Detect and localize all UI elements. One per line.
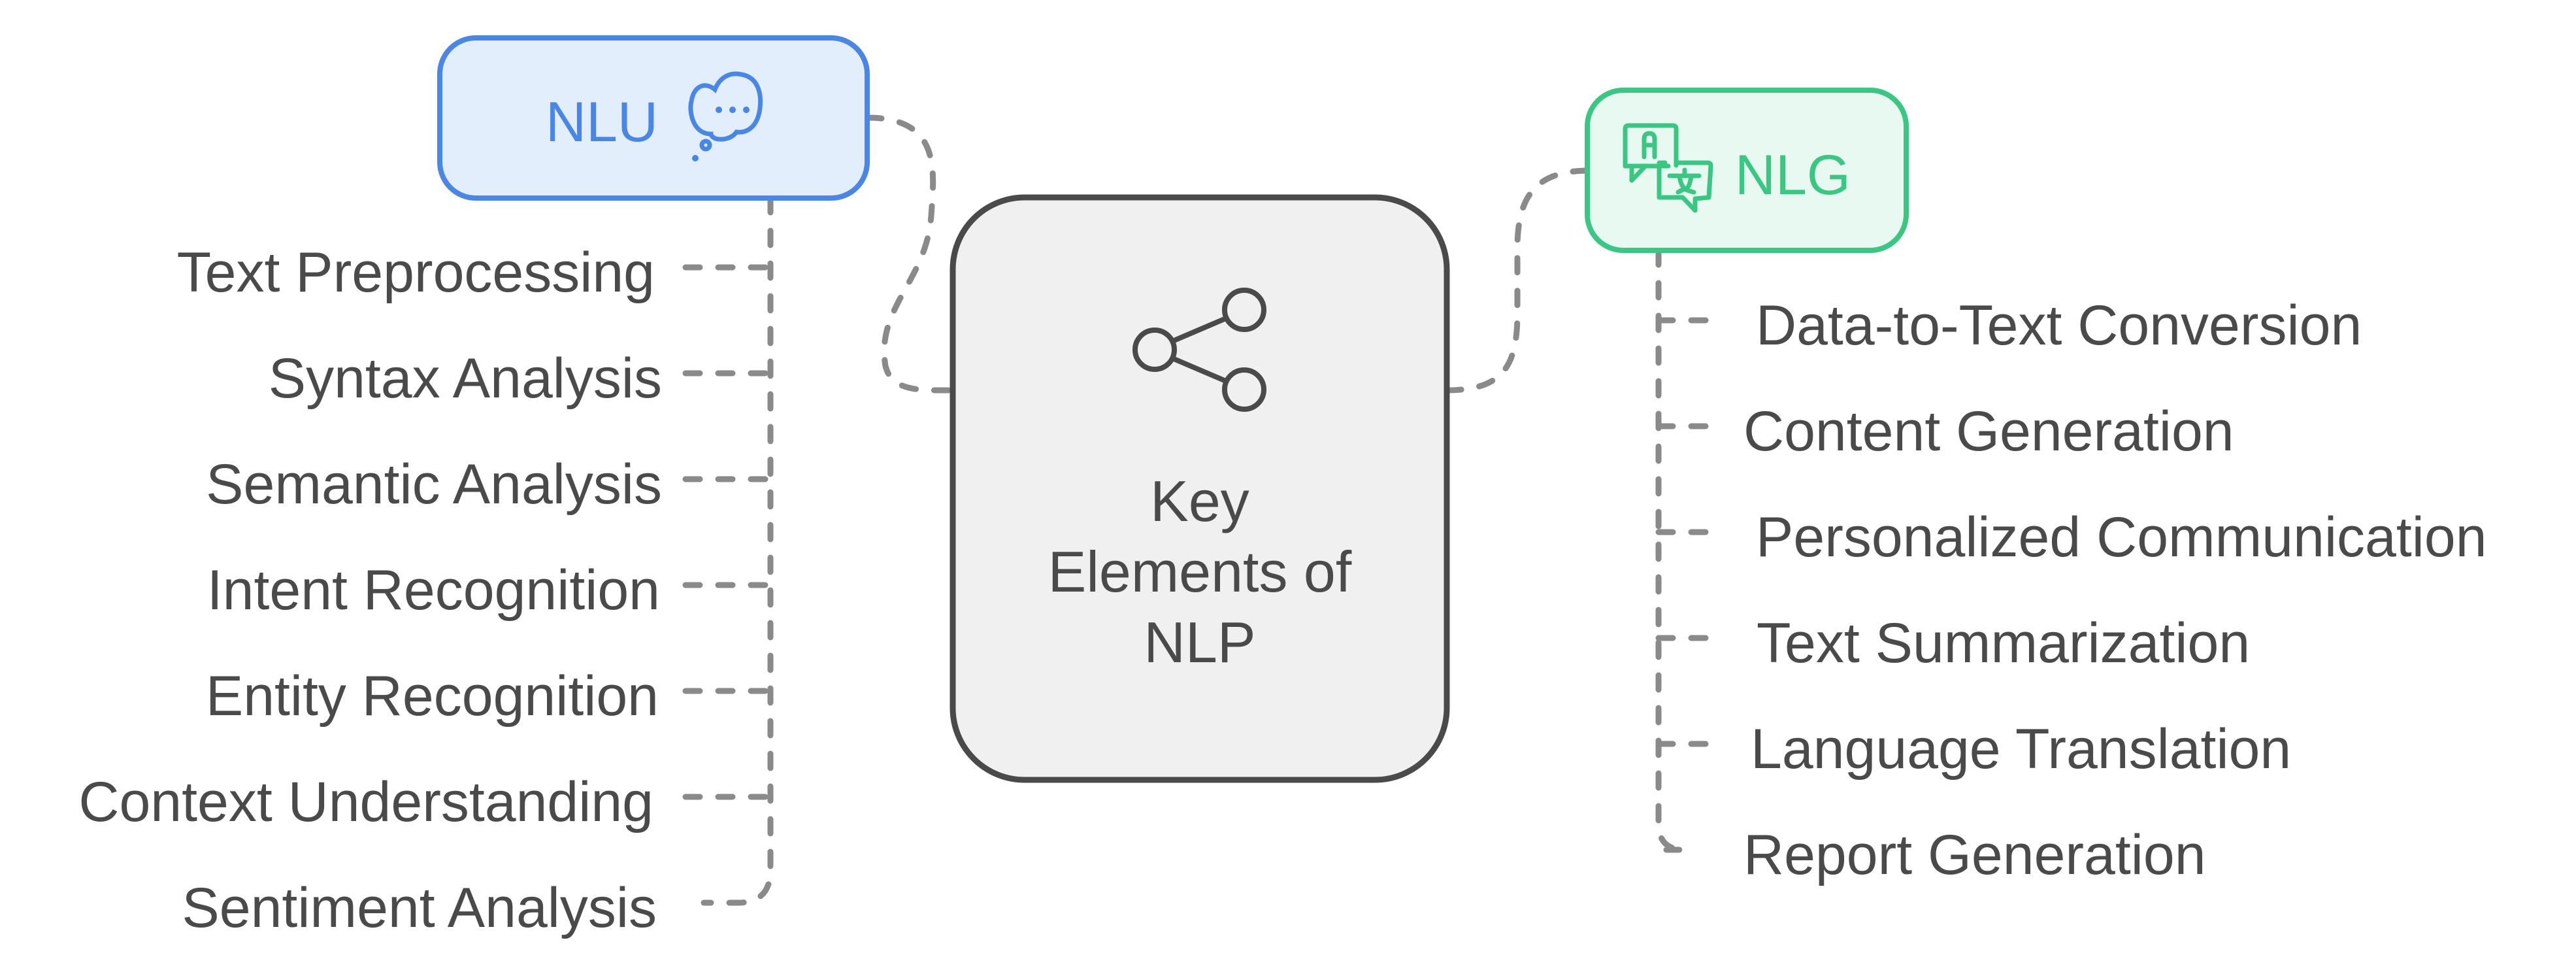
nlg-node[interactable]: NLG <box>1585 88 1909 253</box>
center-node[interactable]: Key Elements of NLP <box>949 194 1450 783</box>
mind-map-canvas: Key Elements of NLP NLU NLG Text Preproc… <box>78 35 2487 939</box>
nlg-items: Data-to-Text Conversion Content Generati… <box>1743 294 2487 886</box>
center-title-line-2: Elements of <box>1048 539 1352 604</box>
nlg-item: Language Translation <box>1751 718 2291 781</box>
nlu-items: Text Preprocessing Syntax Analysis Seman… <box>78 241 662 939</box>
nlg-item: Data-to-Text Conversion <box>1756 294 2362 357</box>
connector-nlu-center <box>864 114 956 394</box>
nlu-item-connectors <box>682 195 774 906</box>
center-title-line-3: NLP <box>1144 610 1255 675</box>
nlu-item: Context Understanding <box>78 771 653 833</box>
nlu-label: NLU <box>546 91 658 154</box>
center-title-line-1: Key <box>1150 469 1249 533</box>
nlg-item: Personalized Communication <box>1756 506 2487 569</box>
nlu-node[interactable]: NLU <box>437 35 870 201</box>
nlg-item-connectors <box>1655 247 1713 853</box>
nlg-item: Text Summarization <box>1757 612 2250 675</box>
nlg-label: NLG <box>1735 144 1851 207</box>
nlg-spine <box>1655 247 1685 853</box>
nlu-item: Intent Recognition <box>207 559 660 622</box>
connector-center-nlg <box>1444 167 1591 394</box>
nlu-item: Sentiment Analysis <box>182 877 657 939</box>
nlu-item: Semantic Analysis <box>206 453 662 516</box>
nlu-item: Text Preprocessing <box>177 241 655 304</box>
nlg-item: Report Generation <box>1743 824 2206 886</box>
nlg-item: Content Generation <box>1743 400 2234 463</box>
nlu-item: Entity Recognition <box>206 665 659 728</box>
nlu-item: Syntax Analysis <box>269 347 662 410</box>
